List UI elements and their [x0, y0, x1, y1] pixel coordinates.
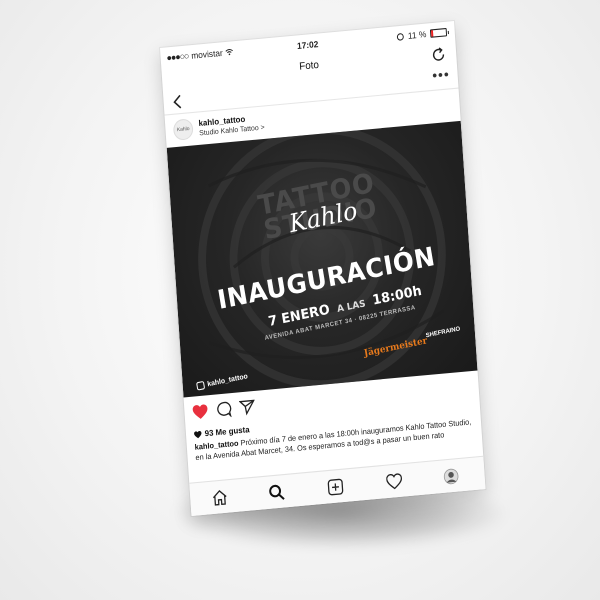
avatar-text: Kahlo — [176, 125, 190, 134]
heart-icon[interactable] — [192, 404, 209, 421]
search-icon[interactable] — [268, 483, 285, 501]
refresh-icon[interactable] — [430, 46, 447, 64]
battery-icon — [429, 27, 448, 38]
avatar[interactable]: Kahlo — [172, 118, 194, 141]
phone-screen: ●●●○○ movistar 17:02 11 % Foto ••• Kahlo… — [160, 21, 486, 516]
post-caption: kahlo_tattoo Próximo día 7 de enero a la… — [194, 417, 474, 463]
more-icon[interactable]: ••• — [432, 65, 450, 83]
back-icon[interactable] — [171, 94, 184, 110]
share-icon[interactable] — [238, 398, 256, 416]
instagram-icon — [196, 380, 206, 391]
location-chevron-icon: > — [260, 124, 265, 132]
alarm-icon — [396, 32, 405, 41]
post-image[interactable]: TATTOO STUDIO Kahlo INAUGURACIÓN 7 ENERO… — [166, 120, 478, 398]
battery-percent: 11 % — [407, 28, 427, 41]
home-icon[interactable] — [211, 489, 228, 507]
profile-icon[interactable] — [443, 467, 460, 485]
likes-heart-icon — [194, 430, 202, 438]
activity-icon[interactable] — [386, 473, 403, 491]
add-icon[interactable] — [327, 478, 344, 496]
likes-text: 93 Me gusta — [204, 424, 250, 439]
comment-icon[interactable] — [215, 400, 232, 418]
